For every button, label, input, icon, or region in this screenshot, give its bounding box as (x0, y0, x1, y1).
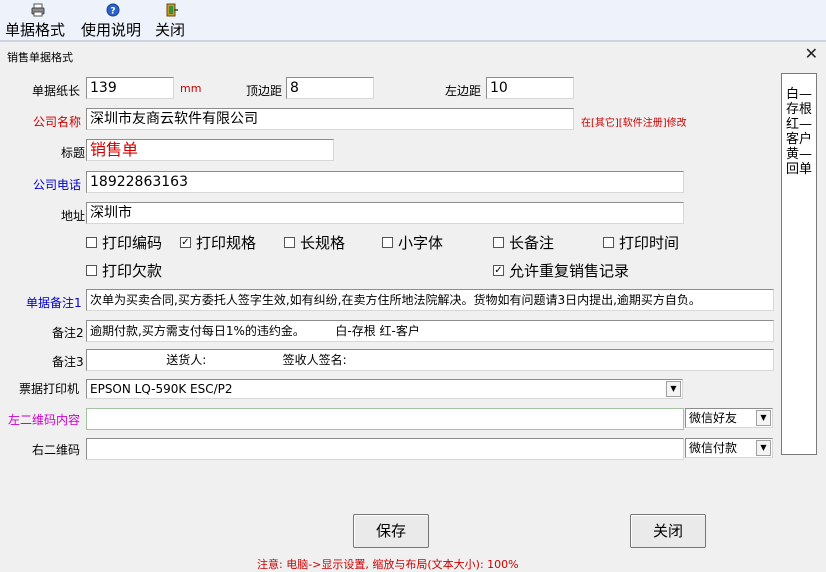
qr-right-type-value: 微信付款 (689, 441, 738, 455)
svg-text:?: ? (110, 7, 115, 17)
paper-length-label: 单据纸长 (32, 84, 81, 98)
chevron-down-icon[interactable]: ▼ (756, 410, 771, 426)
company-name-label: 公司名称 (33, 115, 82, 129)
company-name-hint: 在[其它][软件注册]修改 (581, 118, 687, 129)
address-label: 地址 (61, 209, 86, 223)
phone-input[interactable]: 18922863163 (86, 171, 684, 193)
menu-doc-format-label: 单据格式 (5, 21, 66, 39)
copy-color-legend: 白—存根 红—客户 黄—回单 (781, 73, 817, 455)
checkbox-small-font-box[interactable] (382, 237, 393, 248)
top-margin-input[interactable]: 8 (286, 77, 374, 99)
save-button[interactable]: 保存 (353, 514, 429, 548)
printer-icon (31, 3, 45, 17)
company-name-input[interactable]: 深圳市友商云软件有限公司 (86, 108, 574, 130)
exit-door-icon (166, 3, 178, 17)
printer-select[interactable]: EPSON LQ-590K ESC/P2 ▼ (86, 379, 683, 399)
checkbox-print-spec-box[interactable]: ✓ (180, 237, 191, 248)
paper-length-unit: mm (180, 82, 202, 95)
checkbox-allow-duplicate-box[interactable]: ✓ (493, 265, 504, 276)
printer-select-value: EPSON LQ-590K ESC/P2 (90, 382, 233, 396)
qr-left-type-value: 微信好友 (689, 411, 738, 425)
qr-left-input[interactable] (86, 408, 684, 430)
doc-format-dialog: 销售单据格式 ✕ 单据纸长 139 mm 顶边距 8 左边距 10 公司名称 深… (0, 41, 826, 571)
checkbox-print-debt-box[interactable] (86, 265, 97, 276)
note1-input[interactable]: 次单为买卖合同,买方委托人签字生效,如有纠纷,在卖方住所地法院解决。货物如有问题… (86, 289, 774, 311)
chevron-down-icon[interactable]: ▼ (756, 440, 771, 456)
note1-label: 单据备注1 (26, 296, 82, 310)
dialog-title: 销售单据格式 (7, 51, 73, 64)
note3-label: 备注3 (52, 355, 84, 369)
note3-input[interactable]: 送货人: 签收人签名: (86, 349, 774, 371)
menu-help-label: 使用说明 (81, 21, 142, 39)
menu-close[interactable]: 关闭 (155, 0, 191, 40)
note2-input[interactable]: 逾期付款,买方需支付每日1%的违约金。 白-存根 红-客户 (86, 320, 774, 342)
checkbox-print-code-box[interactable] (86, 237, 97, 248)
paper-length-input[interactable]: 139 (86, 77, 174, 99)
display-scaling-note: 注意: 电脑->显示设置, 缩放与布局(文本大小): 100% (257, 558, 519, 571)
checkbox-small-font-label: 小字体 (398, 234, 444, 252)
chevron-down-icon[interactable]: ▼ (666, 381, 681, 397)
qr-right-type-select[interactable]: 微信付款 ▼ (685, 438, 773, 458)
menu-bar: 单据格式 ? 使用说明 关闭 (0, 0, 826, 41)
printer-label: 票据打印机 (19, 382, 80, 396)
checkbox-long-note-box[interactable] (493, 237, 504, 248)
menu-close-label: 关闭 (155, 21, 186, 39)
title-input[interactable]: 销售单 (86, 139, 334, 161)
checkbox-print-time-box[interactable] (603, 237, 614, 248)
checkbox-print-time-label: 打印时间 (619, 234, 680, 252)
note2-label: 备注2 (52, 326, 84, 340)
qr-right-label: 右二维码 (32, 443, 81, 457)
qr-left-label: 左二维码内容 (8, 413, 81, 427)
left-margin-input[interactable]: 10 (486, 77, 574, 99)
copy-color-legend-text: 白—存根 红—客户 黄—回单 (785, 87, 812, 177)
checkbox-allow-duplicate-label: 允许重复销售记录 (509, 262, 630, 280)
title-label: 标题 (61, 146, 86, 160)
checkbox-print-debt-label: 打印欠款 (102, 262, 163, 280)
close-button[interactable]: 关闭 (630, 514, 706, 548)
qr-right-input[interactable] (86, 438, 684, 460)
menu-help[interactable]: ? 使用说明 (81, 0, 149, 40)
checkbox-print-spec-label: 打印规格 (196, 234, 257, 252)
phone-label: 公司电话 (33, 178, 82, 192)
close-icon[interactable]: ✕ (805, 46, 818, 62)
menu-doc-format[interactable]: 单据格式 (5, 0, 77, 40)
top-margin-label: 顶边距 (246, 84, 283, 98)
left-margin-label: 左边距 (445, 84, 482, 98)
checkbox-print-code-label: 打印编码 (102, 234, 163, 252)
checkbox-long-note-label: 长备注 (509, 234, 555, 252)
checkbox-long-spec-label: 长规格 (300, 234, 346, 252)
help-icon: ? (106, 3, 120, 17)
qr-left-type-select[interactable]: 微信好友 ▼ (685, 408, 773, 428)
address-input[interactable]: 深圳市 (86, 202, 684, 224)
checkbox-long-spec-box[interactable] (284, 237, 295, 248)
